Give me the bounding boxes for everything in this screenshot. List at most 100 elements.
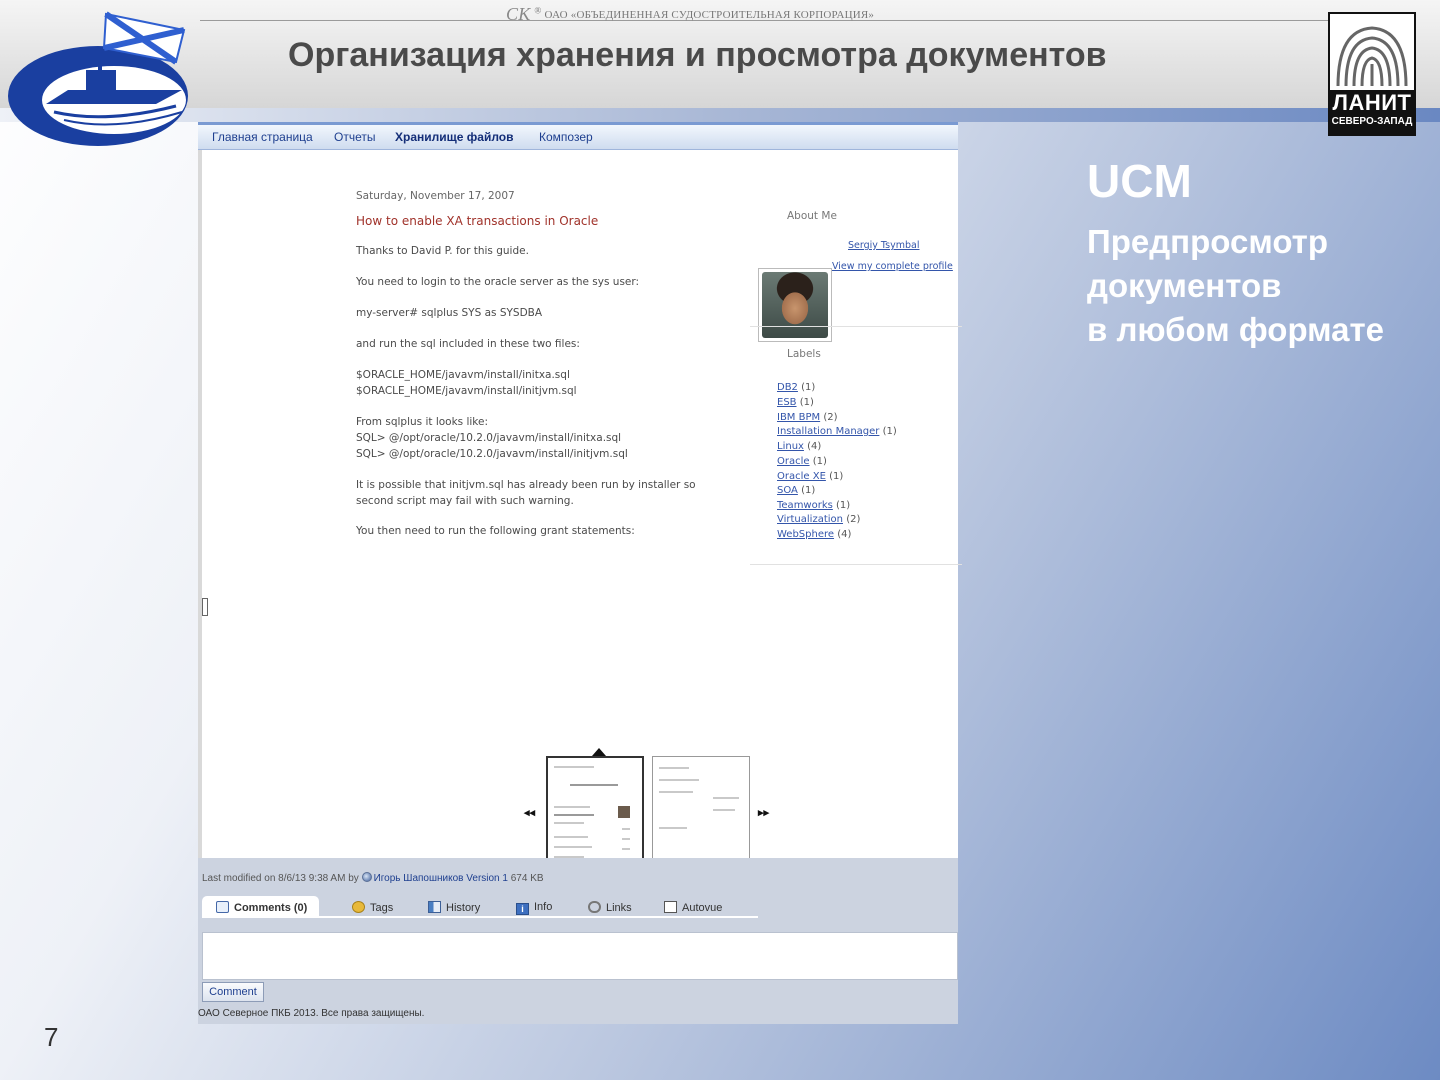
prev-page-button[interactable]: ◂◂ [524, 806, 535, 819]
label-link[interactable]: Teamworks [777, 500, 833, 511]
tab-label: Autovue [682, 902, 723, 914]
label-count: (1) [801, 382, 816, 393]
thumb-line [554, 846, 592, 848]
lanit-logo: ЛАНИТ СЕВЕРО-ЗАПАД [1328, 12, 1416, 136]
label-item: DB2 (1) [777, 382, 815, 393]
nav-composer[interactable]: Композер [539, 130, 593, 144]
copyright: ОАО Северное ПКБ 2013. Все права защищен… [198, 1008, 425, 1019]
label-count: (1) [801, 485, 816, 496]
user-globe-icon [361, 872, 372, 882]
slide-title: Организация хранения и просмотра докумен… [288, 36, 1107, 74]
lanit-wordmark: ЛАНИТ СЕВЕРО-ЗАПАД [1330, 90, 1414, 134]
thumbnail-page-1[interactable] [546, 756, 644, 872]
history-icon [428, 901, 441, 913]
label-link[interactable]: ESB [777, 397, 797, 408]
collapse-handle[interactable] [202, 598, 208, 616]
profile-link[interactable]: View my complete profile [832, 261, 953, 272]
next-page-button[interactable]: ▸▸ [758, 806, 769, 819]
label-count: (1) [882, 426, 897, 437]
post-line: my-server# sqlplus SYS as SYSDBA [356, 307, 543, 319]
side-subtitle-line: Предпросмотр [1087, 223, 1328, 260]
label-count: (1) [829, 471, 844, 482]
version-link[interactable]: Version 1 [466, 873, 508, 884]
thumb-line [554, 766, 594, 768]
label-link[interactable]: SOA [777, 485, 798, 496]
author-link[interactable]: Sergiy Tsymbal [848, 240, 919, 251]
comment-textarea[interactable] [202, 932, 958, 980]
label-item: ESB (1) [777, 397, 814, 408]
label-link[interactable]: Oracle [777, 456, 810, 467]
corp-name: СК ® ОАО «ОБЪЕДИНЕННАЯ СУДОСТРОИТЕЛЬНАЯ К… [506, 4, 874, 25]
about-heading: About Me [787, 210, 837, 222]
side-subtitle-line: документов [1087, 267, 1282, 304]
thumb-avatar [618, 806, 630, 818]
current-page-marker-icon [592, 748, 606, 756]
label-item: Installation Manager (1) [777, 426, 897, 437]
thumb-line [570, 784, 618, 786]
author-avatar [758, 268, 832, 342]
info-icon: i [516, 903, 529, 915]
label-item: Linux (4) [777, 441, 821, 452]
thumb-line [713, 809, 735, 811]
nav-home[interactable]: Главная страница [212, 130, 313, 144]
label-link[interactable]: Linux [777, 441, 804, 452]
lanit-arches-icon [1336, 26, 1408, 87]
osk-ship-logo [8, 11, 188, 146]
corp-name-text: ОАО «ОБЪЕДИНЕННАЯ СУДОСТРОИТЕЛЬНАЯ КОРПО… [544, 9, 875, 21]
tab-comments[interactable]: Comments (0) [202, 896, 320, 918]
post-line: It is possible that initjvm.sql has alre… [356, 479, 696, 491]
thumb-line [622, 828, 630, 830]
links-icon [588, 901, 601, 913]
tab-autovue[interactable]: Autovue [664, 896, 722, 918]
tab-info[interactable]: i Info [516, 896, 552, 918]
corp-mark: СК [506, 4, 531, 24]
tab-links[interactable]: Links [588, 896, 632, 918]
labels-heading: Labels [787, 348, 821, 360]
post-line: SQL> @/opt/oracle/10.2.0/javavm/install/… [356, 432, 622, 444]
label-link[interactable]: Oracle XE [777, 471, 826, 482]
tab-history[interactable]: History [428, 896, 480, 918]
label-count: (1) [799, 397, 814, 408]
label-link[interactable]: Virtualization [777, 514, 843, 525]
corp-tm: ® [534, 5, 542, 16]
label-link[interactable]: DB2 [777, 382, 798, 393]
modified-by-user[interactable]: Игорь Шапошников [374, 873, 464, 884]
label-item: Oracle XE (1) [777, 471, 843, 482]
label-link[interactable]: WebSphere [777, 529, 834, 540]
author-photo [762, 272, 828, 338]
post-line: and run the sql included in these two fi… [356, 338, 580, 350]
document-preview[interactable]: Saturday, November 17, 2007 How to enabl… [198, 150, 962, 872]
thumb-line [659, 791, 693, 793]
post-line: You need to login to the oracle server a… [356, 276, 640, 288]
nav-file-storage[interactable]: Хранилище файлов [395, 130, 514, 144]
tab-label: Tags [370, 902, 394, 914]
post-title[interactable]: How to enable XA transactions in Oracle [356, 214, 598, 228]
thumbnail-page-2[interactable] [652, 756, 750, 872]
lanit-sub: СЕВЕРО-ЗАПАД [1331, 116, 1413, 127]
label-count: (2) [823, 412, 838, 423]
tab-label: History [446, 902, 481, 914]
side-subtitle-line: в любом формате [1087, 311, 1385, 348]
label-item: Oracle (1) [777, 456, 827, 467]
label-item: Virtualization (2) [777, 514, 860, 525]
last-modified: Last modified on 8/6/13 9:38 AM by Игорь… [202, 872, 544, 884]
thumb-line [554, 822, 584, 824]
tab-tags[interactable]: Tags [352, 896, 393, 918]
label-link[interactable]: Installation Manager [777, 426, 879, 437]
post-line: second script may fail with such warning… [356, 495, 574, 507]
label-count: (1) [812, 456, 827, 467]
app-window: Главная страница Отчеты Хранилище файлов… [198, 122, 962, 1024]
comment-button[interactable]: Comment [202, 982, 264, 1002]
label-count: (4) [837, 529, 852, 540]
thumb-line [659, 779, 699, 781]
nav-reports[interactable]: Отчеты [334, 130, 375, 144]
post-line: $ORACLE_HOME/javavm/install/initjvm.sql [356, 385, 577, 397]
tab-label: Links [606, 902, 632, 914]
autovue-icon [664, 901, 677, 913]
label-link[interactable]: IBM BPM [777, 412, 820, 423]
thumb-line [554, 806, 590, 808]
document-info-panel: Last modified on 8/6/13 9:38 AM by Игорь… [198, 858, 958, 1024]
lanit-name: ЛАНИТ [1332, 90, 1412, 115]
post-line: You then need to run the following grant… [356, 525, 635, 537]
info-tabs: Comments (0) Tags History i Info Links Au… [202, 896, 758, 918]
